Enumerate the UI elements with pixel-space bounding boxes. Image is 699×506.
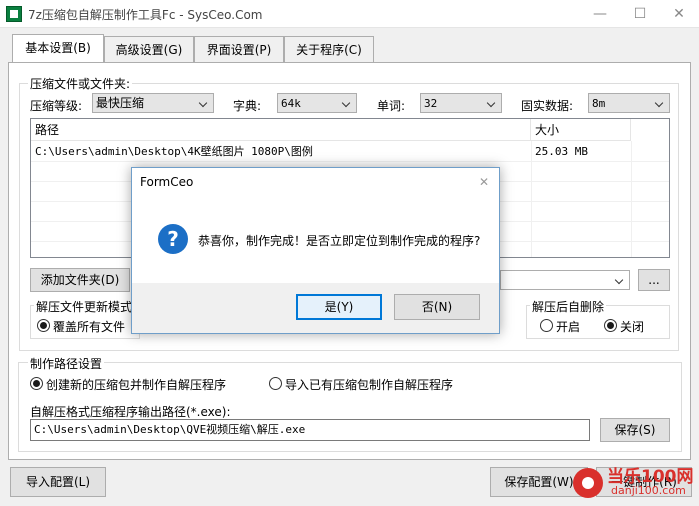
auto-delete-label: 解压后自删除 — [530, 298, 607, 315]
dialog-footer: 是(Y) 否(N) — [132, 283, 499, 333]
watermark-logo-icon — [573, 468, 603, 498]
watermark-url: danji100.com — [611, 484, 686, 497]
tab-about[interactable]: 关于程序(C) — [284, 36, 374, 62]
word-label: 单词: — [377, 99, 406, 113]
minimize-button[interactable]: — — [580, 0, 620, 28]
chevron-down-icon — [653, 95, 667, 111]
word-select[interactable]: 32 — [420, 93, 502, 113]
path-settings-label: 制作路径设置 — [28, 355, 105, 372]
dictionary-select[interactable]: 64k — [277, 93, 357, 113]
import-config-button[interactable]: 导入配置(L) — [10, 467, 106, 497]
compress-source-label: 压缩文件或文件夹: — [28, 75, 133, 92]
yes-button[interactable]: 是(Y) — [296, 294, 382, 320]
auto-delete-off-radio[interactable] — [604, 319, 617, 332]
compress-level-select[interactable]: 最快压缩 — [92, 93, 214, 113]
dialog-message: 恭喜你，制作完成！是否立即定位到制作完成的程序? — [198, 234, 481, 248]
auto-delete-off-label[interactable]: 关闭 — [620, 318, 644, 335]
window-title: 7z压缩包自解压制作工具Fc - SysCeo.Com — [28, 8, 263, 22]
add-folder-button[interactable]: 添加文件夹(D) — [30, 268, 130, 292]
overwrite-all-label[interactable]: 覆盖所有文件 — [53, 318, 125, 335]
dialog-close-button[interactable]: ✕ — [472, 172, 496, 192]
compress-level-value: 最快压缩 — [96, 96, 145, 110]
create-new-label[interactable]: 创建新的压缩包并制作自解压程序 — [46, 376, 226, 393]
save-path-button[interactable]: 保存(S) — [600, 418, 670, 442]
folder-path-select[interactable] — [500, 270, 630, 290]
browse-button[interactable]: ... — [638, 269, 670, 291]
tab-interface-settings[interactable]: 界面设置(P) — [194, 36, 284, 62]
column-header-path[interactable]: 路径 — [31, 119, 531, 141]
solid-data-value: 8m — [592, 97, 606, 110]
column-header-size[interactable]: 大小 — [531, 119, 631, 141]
output-path-label: 自解压格式压缩程序输出路径(*.exe): — [30, 405, 231, 419]
solid-data-label: 固实数据: — [521, 99, 574, 113]
chevron-down-icon — [485, 95, 499, 111]
solid-data-select[interactable]: 8m — [588, 93, 670, 113]
watermark: 当乐100网 danji100.com — [573, 460, 695, 504]
chevron-down-icon — [613, 272, 627, 288]
import-existing-label[interactable]: 导入已有压缩包制作自解压程序 — [285, 376, 453, 393]
chevron-down-icon — [340, 95, 354, 111]
table-row-size[interactable]: 25.03 MB — [531, 143, 631, 161]
create-new-radio[interactable] — [30, 377, 43, 390]
completion-dialog: FormCeo ✕ ? 恭喜你，制作完成！是否立即定位到制作完成的程序? 是(Y… — [131, 167, 500, 334]
dialog-title: FormCeo — [140, 175, 194, 189]
dictionary-label: 字典: — [233, 99, 262, 113]
app-icon — [6, 6, 22, 22]
close-button[interactable]: ✕ — [659, 0, 699, 28]
compress-level-label: 压缩等级: — [30, 99, 83, 113]
table-row-path[interactable]: C:\Users\admin\Desktop\4K壁纸图片 1080P\图例 — [31, 143, 531, 161]
output-path-input[interactable]: C:\Users\admin\Desktop\QVE视频压缩\解压.exe — [30, 419, 590, 441]
maximize-button[interactable]: ☐ — [620, 0, 660, 28]
no-button[interactable]: 否(N) — [394, 294, 480, 320]
dictionary-value: 64k — [281, 97, 301, 110]
import-existing-radio[interactable] — [269, 377, 282, 390]
chevron-down-icon — [197, 95, 211, 111]
update-mode-label: 解压文件更新模式 — [34, 298, 135, 315]
auto-delete-on-radio[interactable] — [540, 319, 553, 332]
auto-delete-on-label[interactable]: 开启 — [556, 318, 580, 335]
overwrite-all-radio[interactable] — [37, 319, 50, 332]
tab-advanced-settings[interactable]: 高级设置(G) — [104, 36, 194, 62]
title-bar: 7z压缩包自解压制作工具Fc - SysCeo.Com — ☐ ✕ — [0, 0, 699, 28]
word-value: 32 — [424, 97, 438, 110]
tab-basic-settings[interactable]: 基本设置(B) — [12, 34, 104, 62]
question-icon: ? — [158, 224, 188, 254]
